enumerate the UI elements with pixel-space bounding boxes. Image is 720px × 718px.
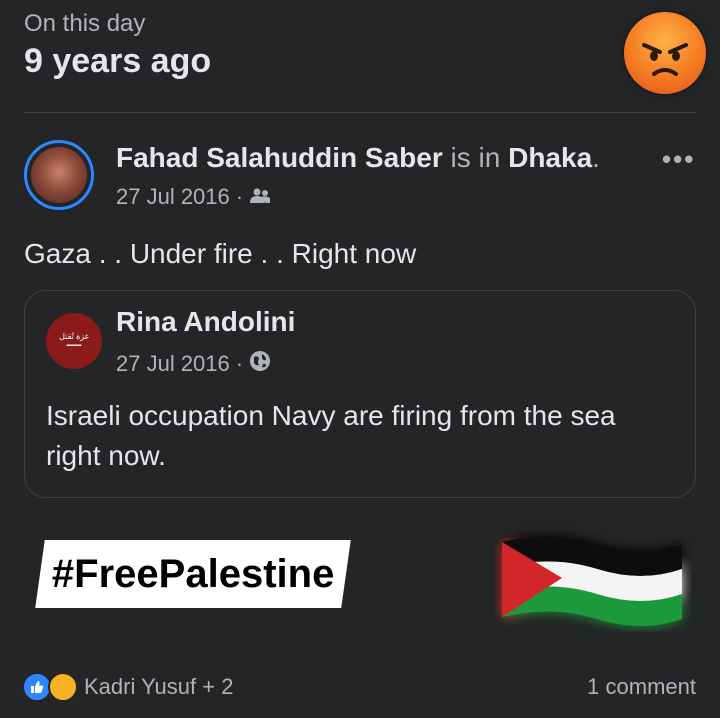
hashtag-text: #FreePalestine — [52, 551, 335, 596]
post-date[interactable]: 27 Jul 2016 — [116, 184, 230, 210]
memory-years: 9 years ago — [24, 42, 212, 80]
palestine-flag-icon — [492, 522, 692, 632]
globe-icon[interactable] — [249, 350, 271, 378]
author-name-link[interactable]: Fahad Salahuddin Saber — [116, 142, 443, 173]
angry-emoji-icon — [624, 12, 706, 94]
avatar[interactable] — [31, 147, 87, 203]
meta-separator: · — [235, 351, 244, 376]
hashtag-sticker: #FreePalestine — [35, 540, 352, 608]
meta-separator: · — [235, 184, 244, 209]
divider — [24, 112, 696, 113]
sad-icon — [48, 672, 78, 702]
memory-label: On this day — [24, 10, 146, 37]
friends-icon[interactable] — [249, 184, 271, 210]
header-period: . — [592, 142, 600, 173]
reactions-summary[interactable]: Kadri Yusuf + 2 — [22, 672, 233, 702]
reactors-text[interactable]: Kadri Yusuf + 2 — [84, 674, 233, 700]
author-verb: is in — [450, 142, 501, 173]
post-text: Gaza . . Under fire . . Right now — [24, 238, 417, 269]
post-meta: 27 Jul 2016 · — [116, 184, 271, 210]
shared-post-text: Israeli occupation Navy are firing from … — [46, 400, 616, 471]
avatar-script-icon: غزة تُقتل ━━━ — [59, 332, 89, 350]
more-options-icon[interactable]: ••• — [662, 144, 695, 175]
post-header: Fahad Salahuddin Saber is in Dhaka. — [116, 142, 600, 174]
location-link[interactable]: Dhaka — [508, 142, 592, 173]
comment-count[interactable]: 1 comment — [587, 674, 696, 700]
shared-author-avatar[interactable]: غزة تُقتل ━━━ — [46, 313, 102, 369]
shared-post-date[interactable]: 27 Jul 2016 — [116, 351, 230, 377]
shared-post-meta: 27 Jul 2016 · — [116, 350, 271, 378]
shared-author-name[interactable]: Rina Andolini — [116, 306, 295, 338]
